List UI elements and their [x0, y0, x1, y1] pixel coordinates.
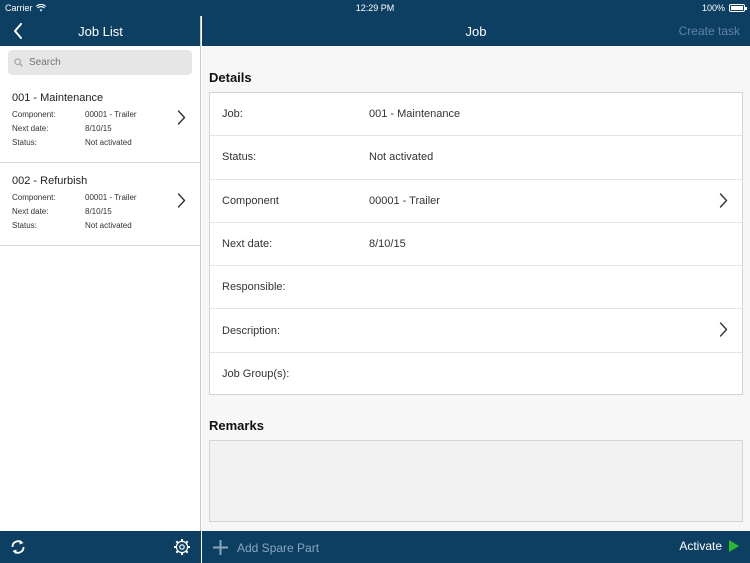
job-component-row: Component: 00001 - Trailer: [12, 107, 188, 121]
chevron-right-icon: [719, 192, 728, 208]
job-detail-title: Job: [465, 24, 487, 39]
remarks-textarea[interactable]: [209, 440, 743, 522]
detail-row-component[interactable]: Component 00001 - Trailer: [210, 180, 742, 223]
search-field-container[interactable]: [8, 50, 192, 75]
detail-row-description[interactable]: Description:: [210, 309, 742, 353]
details-card: Job: 001 - Maintenance Status: Not activ…: [209, 92, 743, 395]
status-bar: Carrier 12:29 PM 100%: [0, 0, 750, 16]
detail-row-responsible: Responsible:: [210, 266, 742, 310]
detail-row-next-date: Next date: 8/10/15: [210, 223, 742, 267]
clock: 12:29 PM: [355, 3, 395, 13]
add-spare-part-button[interactable]: Add Spare Part: [212, 539, 319, 556]
detail-row-job-groups: Job Group(s):: [210, 353, 742, 396]
gear-icon: [174, 539, 190, 555]
sync-button[interactable]: [9, 538, 27, 561]
detail-label: Job Group(s):: [222, 368, 290, 381]
job-next-date-row: Next date: 8/10/15: [12, 204, 188, 218]
job-component-row: Component: 00001 - Trailer: [12, 190, 188, 204]
search-icon: [14, 58, 23, 67]
job-detail-toolbar: Add Spare Part Activate: [202, 531, 750, 563]
activate-label: Activate: [679, 539, 722, 553]
search-input[interactable]: [29, 57, 179, 68]
battery-icon: [729, 4, 747, 12]
job-next-date-row: Next date: 8/10/15: [12, 121, 188, 135]
create-task-button[interactable]: Create task: [679, 24, 740, 38]
search-bar: [0, 46, 200, 80]
status-label: Status:: [12, 220, 37, 230]
job-detail-pane: Job Create task Details Job: 001 - Maint…: [202, 16, 750, 563]
detail-row-job: Job: 001 - Maintenance: [210, 93, 742, 137]
detail-value: 00001 - Trailer: [369, 194, 440, 207]
status-value: Not activated: [85, 220, 132, 230]
activate-button[interactable]: Activate: [679, 539, 740, 553]
job-status-row: Status: Not activated: [12, 135, 188, 149]
detail-label: Status:: [222, 151, 257, 164]
job-list-toolbar: [0, 531, 201, 563]
component-value: 00001 - Trailer: [85, 192, 137, 202]
job-detail-nav-bar: Job Create task: [202, 16, 750, 46]
job-list-pane: Job List 001 - Maintenance Component: 00…: [0, 16, 201, 563]
add-spare-part-label: Add Spare Part: [237, 540, 320, 555]
status-value: Not activated: [85, 137, 132, 147]
detail-row-status: Status: Not activated: [210, 136, 742, 180]
job-title: 001 - Maintenance: [12, 92, 104, 104]
plus-icon: [213, 540, 228, 555]
detail-value: 8/10/15: [369, 238, 406, 251]
remarks-header: Remarks: [209, 418, 264, 433]
details-header: Details: [209, 70, 252, 85]
sync-icon: [11, 540, 25, 554]
play-icon: [729, 540, 739, 552]
chevron-right-icon: [177, 110, 186, 125]
chevron-right-icon: [719, 322, 728, 338]
battery-percent: 100%: [701, 3, 725, 13]
status-label: Status:: [12, 137, 37, 147]
detail-label: Description:: [222, 324, 281, 337]
detail-value: 001 - Maintenance: [369, 108, 461, 121]
job-list-item[interactable]: 002 - Refurbish Component: 00001 - Trail…: [0, 163, 200, 246]
job-title: 002 - Refurbish: [12, 175, 88, 187]
job-list-title: Job List: [78, 24, 123, 39]
detail-label: Next date:: [222, 238, 273, 251]
battery-indicator: 100%: [701, 3, 747, 13]
component-label: Component:: [12, 192, 56, 202]
component-value: 00001 - Trailer: [85, 109, 137, 119]
detail-label: Responsible:: [222, 281, 286, 294]
detail-label: Component: [222, 194, 279, 207]
next-date-value: 8/10/15: [85, 206, 112, 216]
next-date-label: Next date:: [12, 206, 49, 216]
job-list-nav-bar: Job List: [0, 16, 200, 46]
detail-label: Job:: [222, 108, 243, 121]
chevron-right-icon: [177, 193, 186, 208]
job-status-row: Status: Not activated: [12, 218, 188, 232]
next-date-label: Next date:: [12, 123, 49, 133]
settings-button[interactable]: [173, 538, 191, 561]
job-list-item[interactable]: 001 - Maintenance Component: 00001 - Tra…: [0, 80, 200, 163]
detail-value: Not activated: [369, 151, 434, 164]
next-date-value: 8/10/15: [85, 123, 112, 133]
component-label: Component:: [12, 109, 56, 119]
